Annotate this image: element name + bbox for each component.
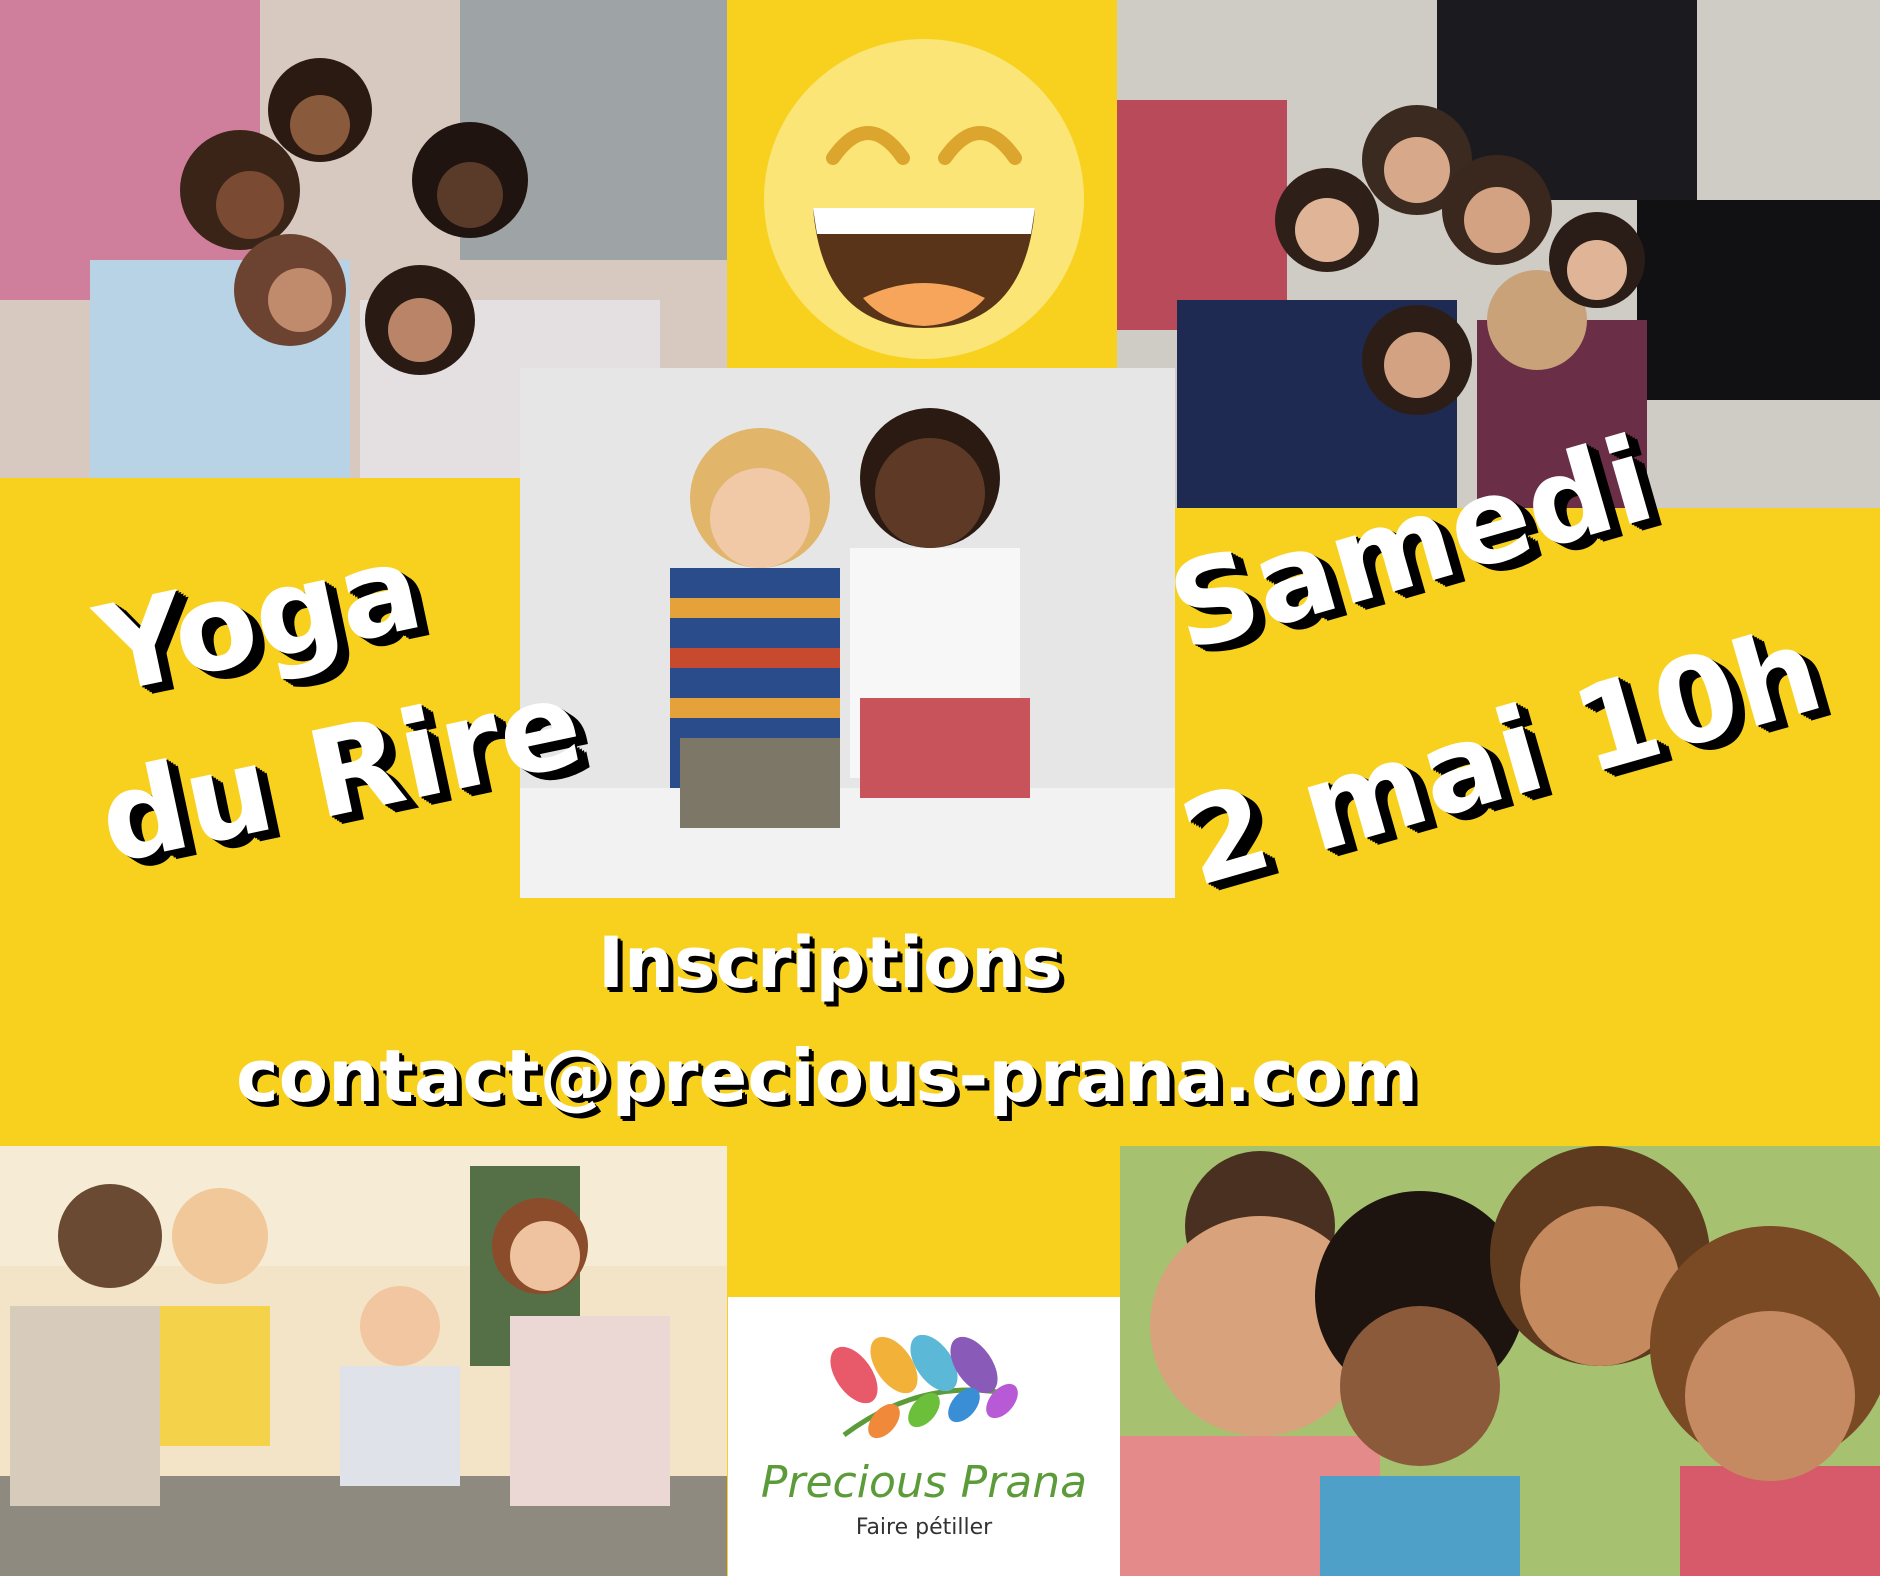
title-line-1: Yoga [85,517,433,722]
photo-family-laughing-outdoors [0,1146,727,1576]
logo-block: Precious Prana Faire pétiller [728,1297,1120,1576]
logo-tagline: Faire pétiller [855,1515,993,1540]
photo-two-boys-laughing [520,368,1175,898]
contact-email[interactable]: contact@precious-prana.com [236,1040,1418,1112]
laughing-emoji-icon [763,38,1085,360]
photo-friends-circle-top-right [1117,0,1880,508]
leaves-logo-icon [830,1335,1018,1439]
registration-label: Inscriptions [598,922,1063,1004]
photo-family-selfie [1120,1146,1880,1576]
logo-name: Precious Prana [760,1457,1088,1508]
